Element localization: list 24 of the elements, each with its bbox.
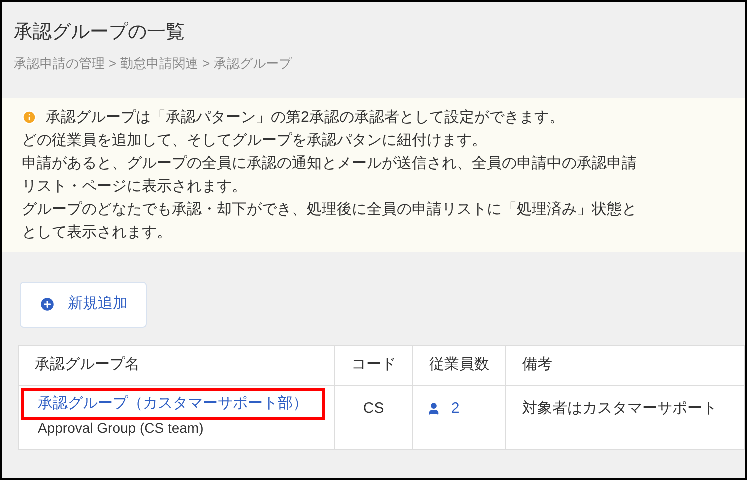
group-link[interactable]: 承認グループ（カスタマーサポート部） [38,394,308,412]
column-header: 備考 [506,345,744,385]
breadcrumb-item[interactable]: 承認グループ [214,54,292,74]
info-icon [22,110,37,124]
column-header: コード [334,345,413,385]
notice-text: 承認グループは「承認パターン」の第2承認の承認者として設定ができます。 [46,108,564,128]
column-header: 従業員数 [412,345,506,385]
table-cell: 対象者はカスタマーサポート [506,385,744,449]
column-header: 承認グループ名 [18,345,335,385]
notice-text: リスト・ページに表示されます。 [22,176,247,196]
breadcrumb-separator: > [202,55,210,73]
breadcrumb-item[interactable]: 承認申請の管理 [14,54,105,74]
breadcrumb-item[interactable]: 勤怠申請関連 [120,54,199,74]
breadcrumb-separator: > [109,55,117,73]
notice-text: として表示されます。 [22,222,172,242]
notice-text: どの従業員を追加して、そしてグループを承認パタンに紐付けます。 [22,130,487,150]
person-icon [427,402,442,416]
notice-text: グループのどなたでも承認・却下ができ、処理後に全員の申請リストに「処理済み」状態と [22,200,637,220]
page-title: 承認グループの一覧 [14,21,186,45]
plus-icon [39,296,56,313]
notice-text: 申請があると、グループの全員に承認の通知とメールが送信され、全員の申請中の承認申請 [22,154,637,174]
group-subtitle: Approval Group (CS team) [37,420,205,436]
table-cell: CS [334,385,413,449]
add-button[interactable]: 新規追加 [20,282,147,328]
